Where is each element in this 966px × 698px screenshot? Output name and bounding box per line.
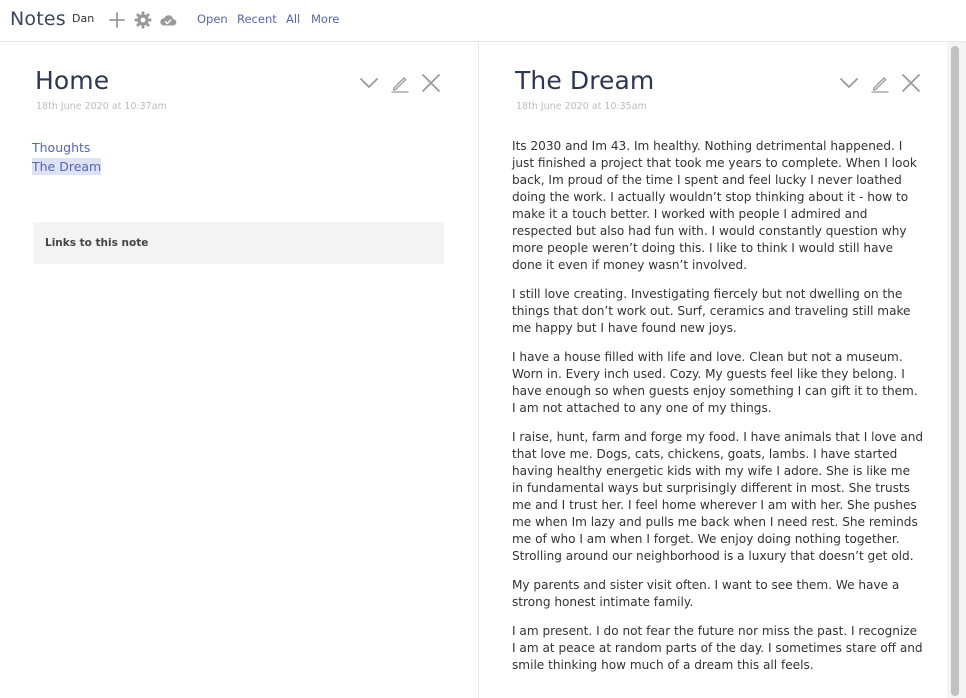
note-title[interactable]: The Dream bbox=[515, 66, 654, 95]
paragraph: I am present. I do not fear the future n… bbox=[512, 624, 923, 672]
note-date: 18th June 2020 at 10:37am bbox=[36, 101, 167, 112]
paragraph: I still love creating. Investigating fie… bbox=[512, 287, 911, 335]
top-toolbar: Notes Dan Open Recent All More bbox=[0, 0, 966, 42]
all-link[interactable]: All bbox=[286, 12, 300, 26]
close-icon[interactable] bbox=[420, 72, 442, 94]
paragraph: My parents and sister visit often. I wan… bbox=[512, 578, 900, 609]
chevron-down-icon[interactable] bbox=[838, 72, 860, 94]
backlinks-label: Links to this note bbox=[45, 237, 149, 249]
scrollbar[interactable] bbox=[947, 42, 966, 698]
scrollbar-thumb[interactable] bbox=[951, 46, 959, 696]
pencil-icon[interactable] bbox=[869, 72, 891, 94]
paragraph: Its 2030 and Im 43. Im healthy. Nothing … bbox=[512, 139, 917, 272]
user-name[interactable]: Dan bbox=[72, 12, 94, 25]
paragraph: I raise, hunt, farm and forge my food. I… bbox=[512, 430, 924, 563]
plus-icon[interactable] bbox=[107, 10, 127, 30]
note-body[interactable]: Its 2030 and Im 43. Im healthy. Nothing … bbox=[512, 138, 924, 686]
link-thoughts[interactable]: Thoughts bbox=[32, 139, 101, 156]
more-link[interactable]: More bbox=[311, 12, 340, 26]
note-pane-home: Home 18th June 2020 at 10:37am Thoughts … bbox=[0, 42, 479, 698]
note-pane-the-dream: The Dream 18th June 2020 at 10:35am Its … bbox=[479, 42, 947, 698]
pencil-icon[interactable] bbox=[389, 72, 411, 94]
note-title[interactable]: Home bbox=[35, 66, 109, 95]
note-links: Thoughts The Dream bbox=[32, 139, 102, 175]
link-the-dream[interactable]: The Dream bbox=[32, 158, 102, 175]
gear-icon[interactable] bbox=[133, 10, 153, 30]
paragraph: I have a house filled with life and love… bbox=[512, 350, 918, 415]
cloud-icon[interactable] bbox=[158, 10, 178, 30]
chevron-down-icon[interactable] bbox=[358, 72, 380, 94]
app-title: Notes bbox=[10, 8, 66, 30]
note-date: 18th June 2020 at 10:35am bbox=[516, 101, 647, 112]
recent-link[interactable]: Recent bbox=[237, 12, 277, 26]
backlinks-panel[interactable]: Links to this note bbox=[33, 222, 444, 264]
close-icon[interactable] bbox=[900, 72, 922, 94]
open-link[interactable]: Open bbox=[197, 12, 228, 26]
